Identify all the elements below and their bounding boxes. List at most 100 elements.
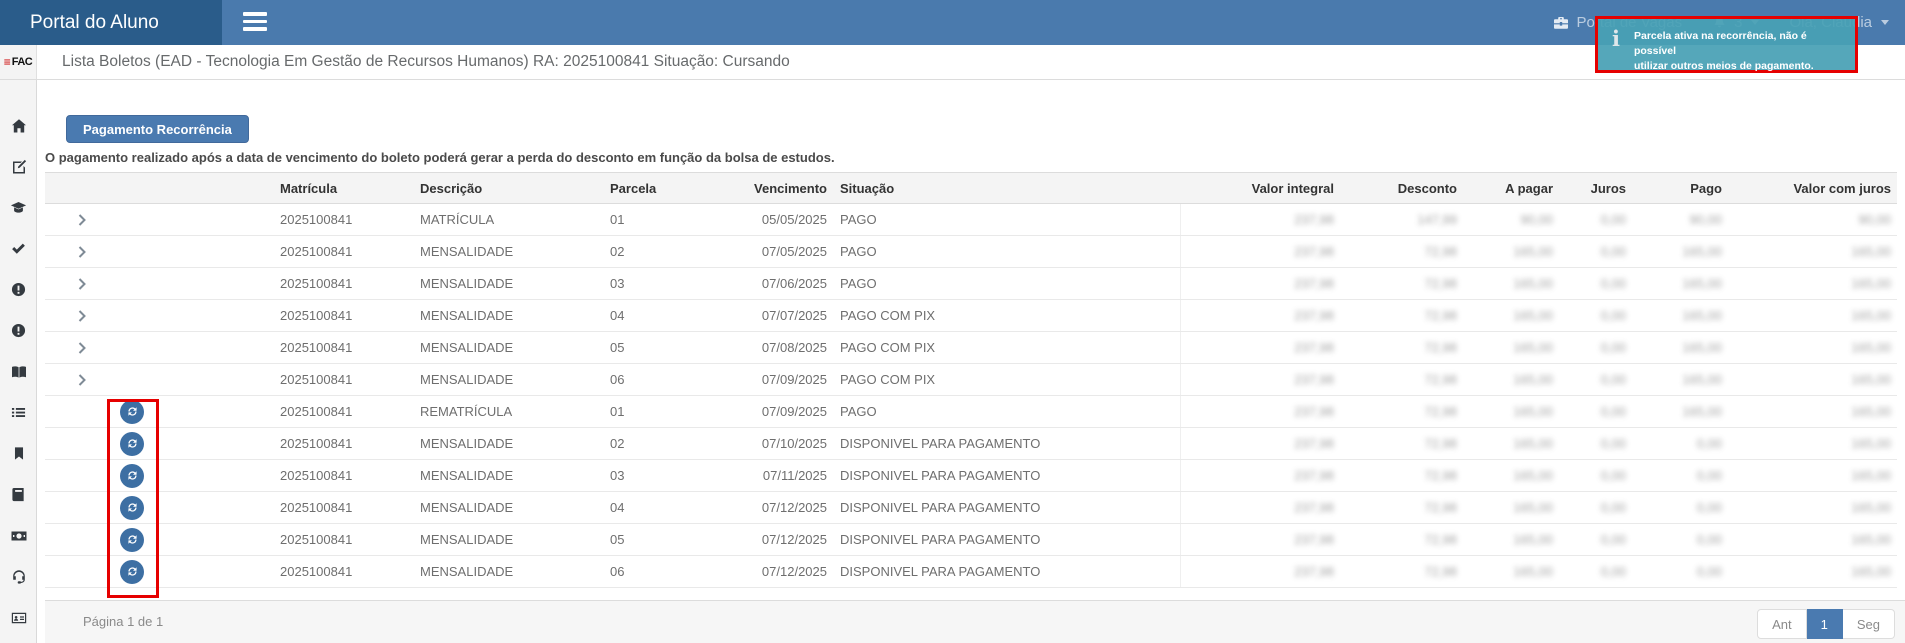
- cell-vencimento: 07/09/2025: [700, 396, 835, 427]
- list-icon: [11, 405, 26, 420]
- recurrence-refresh-button[interactable]: [120, 560, 144, 584]
- pagamento-recorrencia-button[interactable]: Pagamento Recorrência: [66, 115, 249, 143]
- recurrence-refresh-button[interactable]: [120, 464, 144, 488]
- pagination: Ant 1 Seg: [1757, 609, 1895, 639]
- cell-valor-com-juros: 90,00: [1730, 204, 1897, 235]
- cell-parcela: 02: [600, 236, 700, 267]
- table-row: 2025100841MENSALIDADE0607/12/2025DISPONI…: [45, 556, 1897, 588]
- expand-chevron-icon[interactable]: [78, 310, 86, 322]
- expand-chevron-icon[interactable]: [78, 246, 86, 258]
- cell-pago: 0,00: [1634, 524, 1730, 555]
- table-header-row: Matrícula Descrição Parcela Vencimento S…: [45, 172, 1897, 204]
- cell-valor-integral: 237,98: [1180, 332, 1342, 363]
- sidebar-item-alerts-1[interactable]: [0, 269, 37, 310]
- cell-pago: 165,00: [1634, 332, 1730, 363]
- cell-a-pagar: 165,00: [1465, 556, 1561, 587]
- header-vencimento: Vencimento: [700, 173, 835, 203]
- cell-vencimento: 07/08/2025: [700, 332, 835, 363]
- cell-parcela: 05: [600, 332, 700, 363]
- cell-descricao: MENSALIDADE: [410, 524, 600, 555]
- page-1-button[interactable]: 1: [1807, 609, 1843, 639]
- cell-descricao: MENSALIDADE: [410, 300, 600, 331]
- fac-logo[interactable]: ≡ FAC: [0, 45, 37, 79]
- cell-a-pagar: 165,00: [1465, 460, 1561, 491]
- cell-situacao: DISPONIVEL PARA PAGAMENTO: [835, 428, 1180, 459]
- cell-juros: 0,00: [1561, 396, 1634, 427]
- sidebar-item-bookmark[interactable]: [0, 433, 37, 474]
- cell-valor-com-juros: 165,00: [1730, 332, 1897, 363]
- cell-vencimento: 07/11/2025: [700, 460, 835, 491]
- page-info: Página 1 de 1: [83, 601, 163, 643]
- cell-vencimento: 07/10/2025: [700, 428, 835, 459]
- cell-descricao: MENSALIDADE: [410, 332, 600, 363]
- bookmark-icon: [12, 446, 26, 461]
- cell-matricula: 2025100841: [270, 460, 410, 491]
- next-page-button[interactable]: Seg: [1843, 609, 1895, 639]
- cell-descricao: MENSALIDADE: [410, 556, 600, 587]
- cell-pago: 0,00: [1634, 556, 1730, 587]
- header-desconto: Desconto: [1342, 173, 1465, 203]
- cell-valor-integral: 237,98: [1180, 364, 1342, 395]
- cell-situacao: PAGO COM PIX: [835, 364, 1180, 395]
- headset-icon: [11, 569, 27, 585]
- table-row: 2025100841MENSALIDADE0207/05/2025PAGO237…: [45, 236, 1897, 268]
- cell-desconto: 147,99: [1342, 204, 1465, 235]
- sidebar-item-support[interactable]: [0, 556, 37, 597]
- header-juros: Juros: [1561, 173, 1634, 203]
- sidebar-item-financial[interactable]: [0, 515, 37, 556]
- cell-matricula: 2025100841: [270, 556, 410, 587]
- sidebar-item-courses[interactable]: [0, 187, 37, 228]
- recurrence-refresh-button[interactable]: [120, 528, 144, 552]
- cell-valor-integral: 237,98: [1180, 428, 1342, 459]
- cell-juros: 0,00: [1561, 300, 1634, 331]
- home-icon: [11, 118, 27, 134]
- portal-do-aluno-screen: Portal do Aluno Portal de Vagas 3 Olá, C…: [0, 0, 1905, 643]
- cell-valor-com-juros: 165,00: [1730, 300, 1897, 331]
- cell-parcela: 03: [600, 460, 700, 491]
- cell-valor-integral: 237,98: [1180, 300, 1342, 331]
- expand-chevron-icon[interactable]: [78, 342, 86, 354]
- cell-juros: 0,00: [1561, 460, 1634, 491]
- cell-a-pagar: 165,00: [1465, 524, 1561, 555]
- cell-a-pagar: 165,00: [1465, 364, 1561, 395]
- recurrence-refresh-button[interactable]: [120, 400, 144, 424]
- sidebar-item-library[interactable]: [0, 351, 37, 392]
- sidebar-item-profile[interactable]: [0, 597, 37, 638]
- sidebar-item-list[interactable]: [0, 392, 37, 433]
- cell-juros: 0,00: [1561, 524, 1634, 555]
- sidebar-item-edit[interactable]: [0, 146, 37, 187]
- prev-page-button[interactable]: Ant: [1757, 609, 1807, 639]
- cell-descricao: MENSALIDADE: [410, 460, 600, 491]
- app-brand[interactable]: Portal do Aluno: [0, 0, 222, 45]
- expand-chevron-icon[interactable]: [78, 278, 86, 290]
- table-row: 2025100841MENSALIDADE0407/12/2025DISPONI…: [45, 492, 1897, 524]
- cell-juros: 0,00: [1561, 364, 1634, 395]
- recurrence-refresh-button[interactable]: [120, 432, 144, 456]
- cell-parcela: 04: [600, 492, 700, 523]
- sidebar-toggle-button[interactable]: [243, 12, 269, 33]
- table-row: 2025100841MENSALIDADE0507/12/2025DISPONI…: [45, 524, 1897, 556]
- exclamation-circle-icon: [11, 323, 26, 338]
- cell-desconto: 72,98: [1342, 396, 1465, 427]
- expand-chevron-icon[interactable]: [78, 214, 86, 226]
- table-row: 2025100841MENSALIDADE0307/11/2025DISPONI…: [45, 460, 1897, 492]
- cell-valor-com-juros: 165,00: [1730, 524, 1897, 555]
- cell-valor-com-juros: 165,00: [1730, 236, 1897, 267]
- book-icon: [11, 487, 26, 502]
- sidebar-item-journal[interactable]: [0, 474, 37, 515]
- sidebar-item-home[interactable]: [0, 105, 37, 146]
- cell-descricao: REMATRÍCULA: [410, 396, 600, 427]
- header-valor-integral: Valor integral: [1180, 173, 1342, 203]
- recurrence-refresh-button[interactable]: [120, 496, 144, 520]
- cell-vencimento: 07/12/2025: [700, 492, 835, 523]
- sidebar-item-attendance[interactable]: [0, 228, 37, 269]
- expand-chevron-icon[interactable]: [78, 374, 86, 386]
- boletos-table: Matrícula Descrição Parcela Vencimento S…: [45, 172, 1897, 588]
- cell-juros: 0,00: [1561, 268, 1634, 299]
- cell-valor-com-juros: 165,00: [1730, 396, 1897, 427]
- cell-a-pagar: 165,00: [1465, 332, 1561, 363]
- sidebar-item-alerts-2[interactable]: [0, 310, 37, 351]
- cell-matricula: 2025100841: [270, 492, 410, 523]
- cell-matricula: 2025100841: [270, 268, 410, 299]
- cell-vencimento: 07/12/2025: [700, 524, 835, 555]
